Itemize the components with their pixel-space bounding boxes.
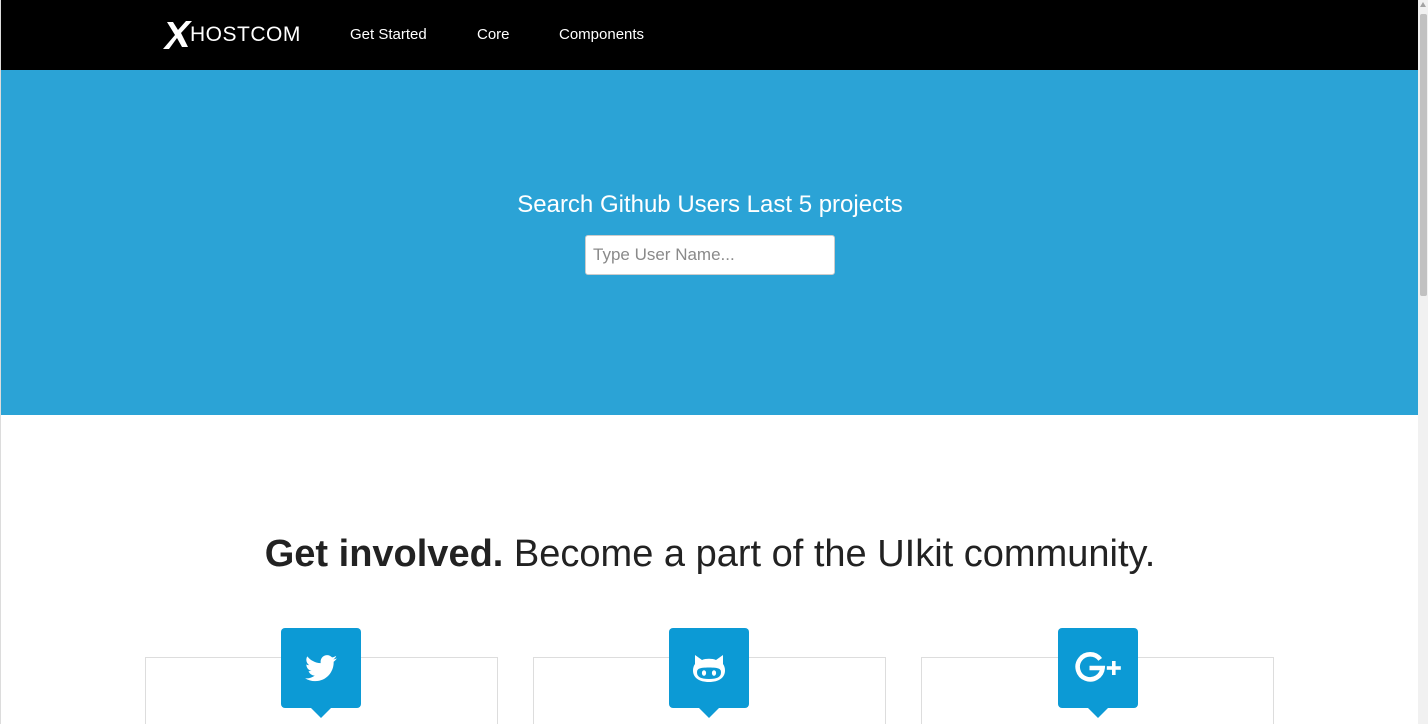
google-plus-icon <box>1075 652 1121 682</box>
nav-core[interactable]: Core <box>477 26 510 43</box>
hero-title: Search Github Users Last 5 projects <box>517 191 903 218</box>
nav-components[interactable]: Components <box>559 26 644 43</box>
community-headline-bold: Get involved. <box>264 533 504 575</box>
community-headline-rest: Become a part of the UIkit community. <box>513 533 1156 575</box>
nav-get-started[interactable]: Get Started <box>350 26 427 43</box>
top-navbar: HOSTCOM Get Started Core Components <box>1 0 1418 70</box>
scrollbar-thumb[interactable] <box>1420 14 1427 296</box>
page: HOSTCOM Get Started Core Components Sear… <box>0 0 1418 724</box>
github-icon <box>693 655 725 682</box>
github-user-search-input[interactable] <box>585 235 835 275</box>
brand-name: HOSTCOM <box>190 23 301 46</box>
hero-section: Search Github Users Last 5 projects <box>1 70 1418 415</box>
scroll-up-arrow-icon[interactable] <box>1420 2 1426 7</box>
brand-logo[interactable]: HOSTCOM <box>161 20 301 50</box>
twitter-badge[interactable] <box>281 628 361 718</box>
x-logo-icon <box>163 21 192 49</box>
google-plus-badge[interactable] <box>1058 628 1138 718</box>
twitter-icon <box>305 654 337 681</box>
page-scrollbar[interactable] <box>1418 0 1428 724</box>
github-badge[interactable] <box>669 628 749 718</box>
community-headline: Get involved. Become a part of the UIkit… <box>1 533 1418 576</box>
